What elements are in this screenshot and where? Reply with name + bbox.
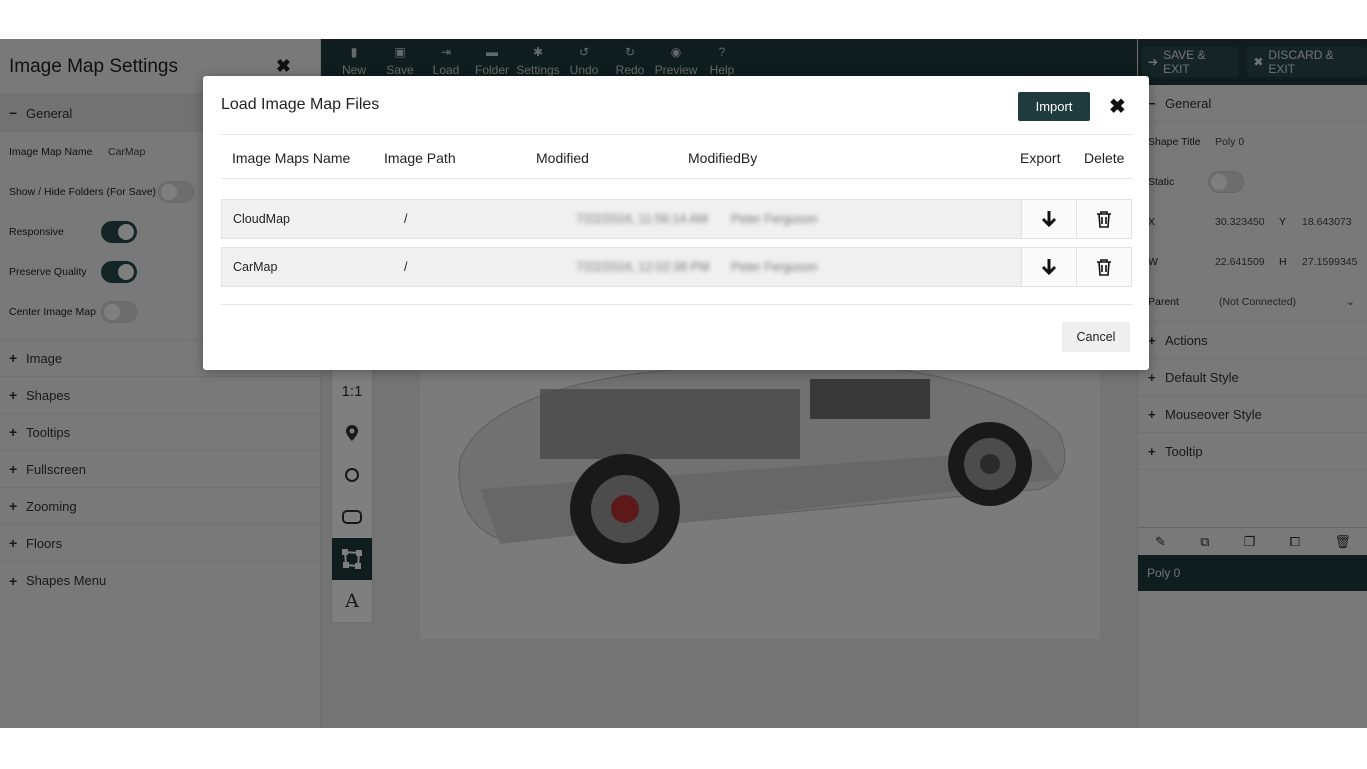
col-modified-by: ModifiedBy xyxy=(688,150,758,166)
dialog-header: Load Image Map Files Import ✖ xyxy=(203,76,1149,134)
map-name: CloudMap xyxy=(233,212,290,226)
table-row[interactable]: CloudMap / 7/22/2024, 11:56:14 AM Peter … xyxy=(221,199,1132,239)
cancel-button[interactable]: Cancel xyxy=(1062,322,1130,352)
arrow-down-icon xyxy=(1041,259,1057,276)
map-modified-by: Peter Ferguson xyxy=(731,260,818,274)
col-modified: Modified xyxy=(536,150,589,166)
map-path: / xyxy=(404,212,408,226)
scrollbar[interactable] xyxy=(1353,39,1367,728)
import-button[interactable]: Import xyxy=(1018,92,1090,121)
map-modified: 7/22/2024, 11:56:14 AM xyxy=(576,212,708,226)
map-name: CarMap xyxy=(233,260,278,274)
dialog-title: Load Image Map Files xyxy=(221,96,380,113)
map-path: / xyxy=(404,260,408,274)
col-export: Export xyxy=(1020,150,1061,166)
export-button[interactable] xyxy=(1021,248,1076,286)
load-image-map-dialog: Load Image Map Files Import ✖ Image Maps… xyxy=(203,76,1149,370)
arrow-down-icon xyxy=(1041,211,1057,228)
export-button[interactable] xyxy=(1021,200,1076,238)
col-path: Image Path xyxy=(384,150,456,166)
dialog-divider xyxy=(221,304,1133,305)
delete-button[interactable] xyxy=(1076,248,1131,286)
close-icon[interactable]: ✖ xyxy=(1109,94,1126,119)
trash-icon xyxy=(1097,211,1111,228)
col-delete: Delete xyxy=(1084,150,1125,166)
map-modified: 7/22/2024, 12:02:38 PM xyxy=(576,260,710,274)
delete-button[interactable] xyxy=(1076,200,1131,238)
table-header: Image Maps Name Image Path Modified Modi… xyxy=(221,134,1133,179)
col-name: Image Maps Name xyxy=(232,150,351,166)
trash-icon xyxy=(1097,259,1111,276)
map-modified-by: Peter Ferguson xyxy=(731,212,818,226)
table-row[interactable]: CarMap / 7/22/2024, 12:02:38 PM Peter Fe… xyxy=(221,247,1132,287)
